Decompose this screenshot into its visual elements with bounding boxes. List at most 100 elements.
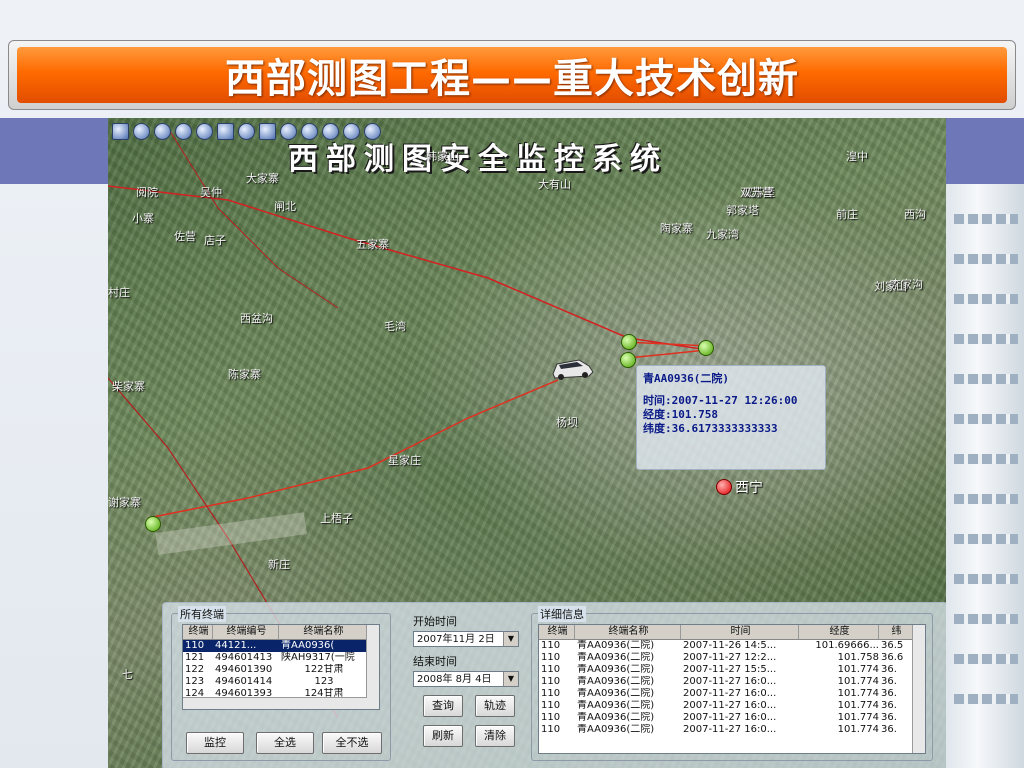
place-label: 西盆沟	[240, 312, 273, 325]
layer-icon[interactable]	[133, 122, 150, 140]
info-time: 时间:2007-11-27 12:26:00	[643, 394, 798, 407]
terminals-list[interactable]: 终端 终端编号 终端名称 110 44121... 青AA0936( 121 4…	[182, 624, 380, 710]
building-window	[954, 454, 1018, 464]
vehicle-marker[interactable]	[698, 340, 714, 356]
cell: 青AA0936(二院)	[577, 700, 655, 711]
cell: 青AA0936(	[281, 640, 335, 651]
table-row[interactable]: 110 青AA0936(二院) 2007-11-27 16:0... 101.774 3…	[539, 688, 925, 700]
table-row[interactable]: 121 494601413 陕AH9317(一院	[183, 652, 379, 664]
place-label: 柴家寨	[112, 380, 145, 393]
place-label: 佐营	[174, 230, 196, 243]
table-row[interactable]: 110 44121... 青AA0936(	[183, 640, 379, 652]
cell: 122甘肃	[304, 664, 344, 675]
table-row[interactable]: 110 青AA0936(二院) 2007-11-26 14:5... 101.6966…	[539, 640, 925, 652]
place-label: 湟中	[846, 150, 868, 163]
cell: 110	[185, 640, 205, 651]
cell: 陕AH9317(一院	[281, 652, 355, 663]
start-time-label: 开始时间	[413, 615, 457, 628]
grid-icon[interactable]	[217, 122, 234, 140]
column-header[interactable]: 经度	[799, 625, 879, 639]
building-window	[954, 534, 1018, 544]
chevron-down-icon[interactable]: ▼	[503, 672, 518, 686]
horizontal-scrollbar[interactable]	[183, 697, 367, 709]
cell: 青AA0936(二院)	[577, 640, 655, 651]
vertical-scrollbar[interactable]	[366, 625, 379, 709]
terminals-title: 所有终端	[178, 606, 226, 622]
end-time-label: 结束时间	[413, 655, 457, 668]
vertical-scrollbar[interactable]	[912, 625, 925, 753]
vehicle-marker[interactable]	[145, 516, 161, 532]
building-window	[954, 334, 1018, 344]
end-time-select[interactable]: 2008年 8月 4日 ▼	[413, 671, 519, 687]
table-row[interactable]: 122 494601390 122甘肃	[183, 664, 379, 676]
search-icon[interactable]	[112, 122, 129, 140]
cell: 101.69666...	[815, 640, 879, 651]
column-header[interactable]: 终端	[183, 625, 213, 639]
start-time-select[interactable]: 2007年11月 2日 ▼	[413, 631, 519, 647]
place-label: 阅院	[136, 186, 158, 199]
deselect-all-button[interactable]: 全不选	[322, 732, 382, 754]
cell: 青AA0936(二院)	[577, 712, 655, 723]
detail-title: 详细信息	[538, 606, 586, 622]
cell: 110	[541, 688, 561, 699]
map-view[interactable]: 西部测图安全监控系统 吴仲 闸北 大家寨 阅院 五家寨 韩家山 大有山 双苏堡 …	[108, 118, 946, 768]
table-row[interactable]: 110 青AA0936(二院) 2007-11-27 16:0... 101.774 3…	[539, 676, 925, 688]
cell: 2007-11-27 16:0...	[683, 676, 777, 687]
building-photo	[946, 184, 1024, 768]
clear-button[interactable]: 清除	[475, 725, 515, 747]
title-banner: 西部测图工程——重大技术创新	[8, 40, 1016, 110]
world-icon[interactable]	[196, 122, 213, 140]
table-row[interactable]: 110 青AA0936(二院) 2007-11-27 16:0... 101.774 3…	[539, 712, 925, 724]
cell: 36.6	[881, 652, 904, 663]
bar-icon[interactable]	[259, 122, 276, 140]
cell: 494601413	[215, 652, 273, 663]
column-header[interactable]: 纬	[879, 625, 913, 639]
car-icon[interactable]	[549, 356, 595, 382]
place-label: 新庄	[268, 558, 290, 571]
vehicle-marker[interactable]	[621, 334, 637, 350]
cell: 110	[541, 652, 561, 663]
place-label: 陶家寨	[660, 222, 693, 235]
vehicle-info-popup: 青AA0936(二院) 时间:2007-11-27 12:26:00 经度:10…	[636, 365, 826, 470]
select-all-button[interactable]: 全选	[256, 732, 314, 754]
info-longitude: 经度:101.758	[643, 408, 718, 421]
cell: 110	[541, 640, 561, 651]
place-label: 前庄	[836, 208, 858, 221]
terminals-group: 所有终端 终端 终端编号 终端名称 110 44121... 青AA0936( …	[171, 606, 391, 761]
table-row[interactable]: 123 494601414 123	[183, 676, 379, 688]
cell: 110	[541, 724, 561, 735]
vehicle-marker[interactable]	[620, 352, 636, 368]
table-row[interactable]: 110 青AA0936(二院) 2007-11-27 16:0... 101.774 3…	[539, 700, 925, 712]
column-header[interactable]: 终端名称	[279, 625, 367, 639]
column-header[interactable]: 时间	[681, 625, 799, 639]
monitor-button[interactable]: 监控	[186, 732, 244, 754]
place-label: 刘家山	[874, 280, 907, 293]
track-button[interactable]: 轨迹	[475, 695, 515, 717]
page-title: 西部测图工程——重大技术创新	[225, 56, 799, 102]
query-button[interactable]: 查询	[423, 695, 463, 717]
cell: 110	[541, 664, 561, 675]
table-row[interactable]: 110 青AA0936(二院) 2007-11-27 15:5... 101.774 3…	[539, 664, 925, 676]
column-header[interactable]: 终端编号	[213, 625, 279, 639]
place-label: 陈家寨	[228, 368, 261, 381]
cell: 122	[185, 664, 205, 675]
place-label: 西沟	[904, 208, 926, 221]
place-label: 大家寨	[246, 172, 279, 185]
table-row[interactable]: 110 青AA0936(二院) 2007-11-27 12:2... 101.758 3…	[539, 652, 925, 664]
refresh-button[interactable]: 刷新	[423, 725, 463, 747]
detail-list[interactable]: 终端 终端名称 时间 经度 纬 110 青AA0936(二院) 2007-11-26…	[538, 624, 926, 754]
table-row[interactable]: 110 青AA0936(二院) 2007-11-27 16:0... 101.774 3…	[539, 724, 925, 736]
earth-icon[interactable]	[175, 122, 192, 140]
cell: 2007-11-27 16:0...	[683, 700, 777, 711]
city-marker[interactable]	[716, 479, 732, 495]
system-title: 西部测图安全监控系统	[288, 142, 668, 177]
globe-icon[interactable]	[154, 122, 171, 140]
column-header[interactable]: 终端名称	[575, 625, 681, 639]
place-label: 毛湾	[384, 320, 406, 333]
cell: 123	[185, 676, 205, 687]
cell: 121	[185, 652, 205, 663]
chevron-down-icon[interactable]: ▼	[503, 632, 518, 646]
cell: 青AA0936(二院)	[577, 652, 655, 663]
target-icon[interactable]	[238, 122, 255, 140]
column-header[interactable]: 终端	[539, 625, 575, 639]
